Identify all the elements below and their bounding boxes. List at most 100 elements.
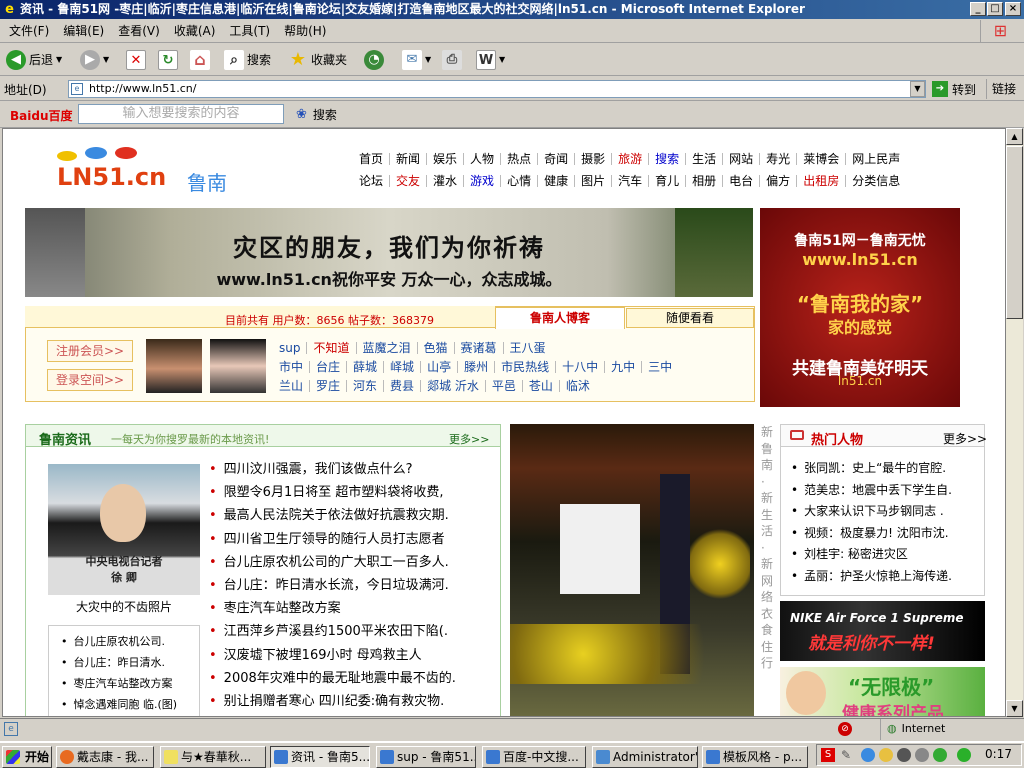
search-button[interactable]: ⌕ 搜索: [224, 48, 271, 72]
news-item[interactable]: 四川汶川强震，我们该做点什么?: [209, 458, 479, 481]
tab-nanren-blog[interactable]: 鲁南人博客: [495, 307, 625, 329]
news-photo[interactable]: 中央电视台记者 徐 卿: [48, 464, 200, 595]
nav-link-5[interactable]: 奇闻: [537, 153, 574, 165]
blog-area-2-1[interactable]: 罗庄: [309, 380, 346, 392]
maximize-button[interactable]: □: [987, 2, 1003, 16]
news-item[interactable]: 别让捐赠者寒心 四川纪委:确有救灾物.: [209, 690, 479, 713]
news-item[interactable]: 限塑令6月1日将至 超市塑料袋将收费,: [209, 481, 479, 504]
blog-area-2-7[interactable]: 临沭: [558, 380, 596, 392]
start-button[interactable]: 开始: [2, 746, 52, 768]
blog-area-1[interactable]: 台庄: [309, 361, 346, 373]
menu-edit[interactable]: 编辑(E): [56, 19, 111, 43]
memorial-banner[interactable]: 灾区的朋友，我们为你祈祷 www.ln51.cn祝你平安 万众一心，众志成城。: [25, 208, 753, 297]
blog-user-1[interactable]: 不知道: [306, 342, 355, 354]
blog-user-3[interactable]: 色猫: [416, 342, 454, 354]
health-ad[interactable]: “无限极” 健康系列产品: [780, 667, 985, 716]
task-explorer[interactable]: Administrator'...: [592, 746, 698, 768]
nike-ad[interactable]: NIKE Air Force 1 Supreme 就是利你不一样!: [780, 601, 985, 661]
hot-person-item[interactable]: 视频：极度暴力! 沈阳市沈.: [791, 523, 981, 545]
volume-icon[interactable]: [915, 748, 929, 762]
nav-link-2-0[interactable]: 论坛: [353, 175, 389, 187]
nav-link-2-6[interactable]: 图片: [574, 175, 611, 187]
news-item[interactable]: 2008年灾难中的最无耻地震中最不齿的.: [209, 667, 479, 690]
hot-person-item[interactable]: 范美忠：地震中丢下学生自.: [791, 480, 981, 502]
task-notepad[interactable]: 与★春華秋...: [160, 746, 266, 768]
nav-link-2-13[interactable]: 分类信息: [845, 175, 906, 187]
nav-link-6[interactable]: 摄影: [574, 153, 611, 165]
blog-area-2-3[interactable]: 费县: [383, 380, 420, 392]
news-more-link[interactable]: 更多>>: [449, 431, 489, 447]
menu-view[interactable]: 查看(V): [111, 19, 167, 43]
blog-user-5[interactable]: 王八蛋: [502, 342, 552, 354]
nav-link-2-4[interactable]: 心情: [500, 175, 537, 187]
nav-link-12[interactable]: 莱博会: [796, 153, 845, 165]
print-button[interactable]: ⎙: [442, 48, 462, 72]
hot-person-item[interactable]: 孟丽：护圣火惊艳上海传递.: [791, 566, 981, 588]
nav-link-2-2[interactable]: 灌水: [426, 175, 463, 187]
menu-file[interactable]: 文件(F): [2, 19, 56, 43]
minimize-button[interactable]: _: [970, 2, 986, 16]
network-icon[interactable]: [861, 748, 875, 762]
baidu-search-button[interactable]: ❀ 搜索: [296, 106, 337, 123]
hot-person-item[interactable]: 张同凯：史上“最牛的官腔.: [791, 458, 981, 480]
task-ie-sup[interactable]: sup - 鲁南51...: [376, 746, 476, 768]
blog-area-3[interactable]: 峄城: [383, 361, 420, 373]
connection-icon[interactable]: [957, 748, 971, 762]
hot-people-more[interactable]: 更多>>: [943, 430, 987, 447]
menu-tools[interactable]: 工具(T): [222, 19, 277, 43]
nav-link-2-7[interactable]: 汽车: [611, 175, 648, 187]
blog-area-6[interactable]: 市民热线: [494, 361, 555, 373]
scroll-up-button[interactable]: ▲: [1006, 128, 1023, 145]
blog-area-2-6[interactable]: 苍山: [521, 380, 559, 392]
address-dropdown[interactable]: ▼: [910, 81, 925, 97]
close-button[interactable]: ×: [1005, 2, 1021, 16]
tab-random[interactable]: 随便看看: [626, 308, 754, 328]
go-button[interactable]: ➔ 转到: [932, 79, 976, 99]
menu-favorites[interactable]: 收藏(A): [167, 19, 223, 43]
nav-link-8[interactable]: 搜索: [648, 153, 685, 165]
nav-link-2-8[interactable]: 育儿: [648, 175, 685, 187]
home-button[interactable]: ⌂: [190, 48, 210, 72]
register-button[interactable]: 注册会员>>: [47, 340, 133, 362]
pen-icon[interactable]: ✎: [841, 748, 855, 762]
antivirus-icon[interactable]: [897, 748, 911, 762]
nav-link-7[interactable]: 旅游: [611, 153, 648, 165]
tray-app-icon[interactable]: S: [821, 748, 835, 762]
blog-area-2-5[interactable]: 平邑: [484, 380, 522, 392]
news-item[interactable]: 汉废墟下被埋169小时 母鸡救主人: [209, 644, 479, 667]
blog-area-0[interactable]: 市中: [273, 361, 309, 373]
blog-area-2-2[interactable]: 河东: [346, 380, 383, 392]
address-input[interactable]: http://www.ln51.cn/: [68, 80, 926, 98]
blog-area-7[interactable]: 十八中: [555, 361, 604, 373]
refresh-button[interactable]: ↻: [158, 48, 178, 72]
news-item[interactable]: 台儿庄：昨日清水长流，今日垃圾满河.: [209, 574, 479, 597]
nav-link-2-5[interactable]: 健康: [537, 175, 574, 187]
mail-button[interactable]: ✉ ▼: [402, 48, 431, 72]
sub-news-item[interactable]: 悼念遇难同胞 临.(图): [61, 694, 201, 715]
blog-area-8[interactable]: 九中: [604, 361, 641, 373]
blog-area-9[interactable]: 三中: [641, 361, 678, 373]
task-ie-baidu[interactable]: 百度-中文搜...: [482, 746, 586, 768]
blog-user-2[interactable]: 蓝魔之泪: [355, 342, 417, 354]
sub-news-item[interactable]: 台儿庄：昨日清水.: [61, 652, 201, 673]
scroll-thumb[interactable]: [1006, 146, 1023, 319]
nav-link-0[interactable]: 首页: [353, 153, 389, 165]
nav-link-2-11[interactable]: 偏方: [759, 175, 796, 187]
blog-area-5[interactable]: 滕州: [457, 361, 494, 373]
blog-area-2-0[interactable]: 兰山: [273, 380, 309, 392]
task-firefox[interactable]: 戴志康 - 我...: [56, 746, 154, 768]
nav-link-2-1[interactable]: 交友: [389, 175, 426, 187]
news-item[interactable]: 台儿庄原农机公司的广大职工一百多人.: [209, 551, 479, 574]
side-ad[interactable]: 鲁南51网－鲁南无忧 www.ln51.cn “鲁南我的家” 家的感觉 共建鲁南…: [760, 208, 960, 407]
nav-link-1[interactable]: 新闻: [389, 153, 426, 165]
blog-user-4[interactable]: 赛诸葛: [453, 342, 503, 354]
sub-news-item[interactable]: 枣庄汽车站整改方案: [61, 673, 201, 694]
vertical-scrollbar[interactable]: ▲ ▼: [1006, 128, 1023, 717]
scroll-down-button[interactable]: ▼: [1006, 700, 1023, 717]
user-avatar-1[interactable]: [146, 339, 202, 393]
history-button[interactable]: ◔: [364, 48, 384, 72]
news-item[interactable]: 四川省卫生厅领导的随行人员打志愿者: [209, 528, 479, 551]
news-item[interactable]: 最高人民法院关于依法做好抗震救灾期.: [209, 504, 479, 527]
login-button[interactable]: 登录空间>>: [47, 369, 133, 391]
links-button[interactable]: 链接: [986, 79, 1016, 99]
